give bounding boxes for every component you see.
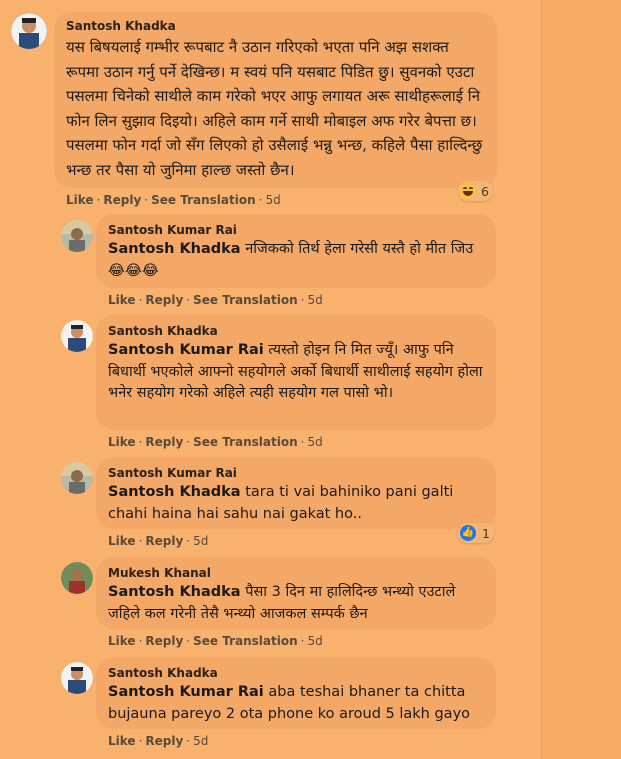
reply-link[interactable]: Reply — [145, 293, 183, 307]
timestamp[interactable]: 5d — [307, 293, 322, 307]
reply-bubble: Santosh Khadka Santosh Kumar Rai aba tes… — [96, 657, 496, 729]
see-translation-link[interactable]: See Translation — [193, 435, 298, 449]
timestamp[interactable]: 5d — [193, 734, 208, 748]
comment-actions: Like · Reply · See Translation · 5d — [108, 435, 323, 449]
timestamp[interactable]: 5d — [193, 534, 208, 548]
haha-reaction-icon — [460, 183, 476, 199]
like-reaction-icon: 👍 — [460, 525, 476, 541]
comment-text: Santosh Khadka पैसा 3 दिन मा हालिदिन्छ भ… — [108, 582, 484, 625]
mention-link[interactable]: Santosh Khadka — [108, 584, 241, 600]
comment-actions: Like · Reply · See Translation · 5d — [108, 293, 323, 307]
comment-text: Santosh Kumar Rai aba teshai bhaner ta c… — [108, 682, 484, 725]
comment-author[interactable]: Santosh Khadka — [108, 665, 484, 681]
mention-link[interactable]: Santosh Khadka — [108, 241, 241, 257]
avatar[interactable] — [61, 562, 93, 594]
avatar[interactable] — [61, 662, 93, 694]
reply-bubble: Mukesh Khanal Santosh Khadka पैसा 3 दिन … — [96, 557, 496, 629]
mention-link[interactable]: Santosh Kumar Rai — [108, 684, 264, 700]
comment-actions: Like · Reply · 5d — [108, 534, 209, 548]
timestamp[interactable]: 5d — [307, 435, 322, 449]
see-translation-link[interactable]: See Translation — [193, 634, 298, 648]
reaction-count[interactable]: 👍 1 — [458, 523, 494, 543]
reaction-number: 1 — [482, 525, 490, 541]
reply-link[interactable]: Reply — [145, 734, 183, 748]
reaction-number: 6 — [481, 183, 489, 199]
comment-author[interactable]: Santosh Khadka — [108, 323, 484, 339]
comment-bubble: Santosh Khadka यस बिषयलाई गम्भीर रूपबाट … — [54, 12, 497, 188]
like-link[interactable]: Like — [108, 293, 136, 307]
timestamp[interactable]: 5d — [265, 193, 280, 207]
mention-link[interactable]: Santosh Kumar Rai — [108, 342, 264, 358]
like-link[interactable]: Like — [108, 734, 136, 748]
see-translation-link[interactable]: See Translation — [193, 293, 298, 307]
comment-author[interactable]: Santosh Khadka — [66, 18, 485, 34]
reply-bubble: Santosh Khadka Santosh Kumar Rai त्यस्तो… — [96, 315, 496, 430]
reply-bubble: Santosh Kumar Rai Santosh Khadka नजिकको … — [96, 214, 496, 288]
reply-link[interactable]: Reply — [103, 193, 141, 207]
comment-actions: Like · Reply · 5d — [108, 734, 209, 748]
comment-text: Santosh Khadka नजिकको तिर्थ हेला गरेसी य… — [108, 239, 484, 282]
like-link[interactable]: Like — [66, 193, 94, 207]
comment-text: यस बिषयलाई गम्भीर रूपबाट नै उठान गरिएको … — [66, 38, 483, 179]
timestamp[interactable]: 5d — [307, 634, 322, 648]
reply-bubble: Santosh Kumar Rai Santosh Khadka tara ti… — [96, 457, 496, 529]
comment-text: Santosh Kumar Rai त्यस्तो होइन नि मित ज्… — [108, 340, 484, 405]
right-panel — [541, 0, 621, 759]
like-link[interactable]: Like — [108, 634, 136, 648]
comment-actions: Like · Reply · See Translation · 5d — [108, 634, 323, 648]
reply-link[interactable]: Reply — [145, 634, 183, 648]
avatar[interactable] — [61, 320, 93, 352]
like-link[interactable]: Like — [108, 534, 136, 548]
avatar[interactable] — [61, 220, 93, 252]
comment-text: Santosh Khadka tara ti vai bahiniko pani… — [108, 482, 484, 525]
see-translation-link[interactable]: See Translation — [151, 193, 256, 207]
comment-actions: Like · Reply · See Translation · 5d — [66, 193, 281, 207]
avatar[interactable] — [61, 462, 93, 494]
comment-author[interactable]: Mukesh Khanal — [108, 565, 484, 581]
like-link[interactable]: Like — [108, 435, 136, 449]
reaction-count[interactable]: 6 — [458, 181, 493, 201]
reply-link[interactable]: Reply — [145, 534, 183, 548]
comment-author[interactable]: Santosh Kumar Rai — [108, 465, 484, 481]
comment-author[interactable]: Santosh Kumar Rai — [108, 222, 484, 238]
avatar[interactable] — [11, 13, 47, 49]
mention-link[interactable]: Santosh Khadka — [108, 484, 241, 500]
reply-link[interactable]: Reply — [145, 435, 183, 449]
